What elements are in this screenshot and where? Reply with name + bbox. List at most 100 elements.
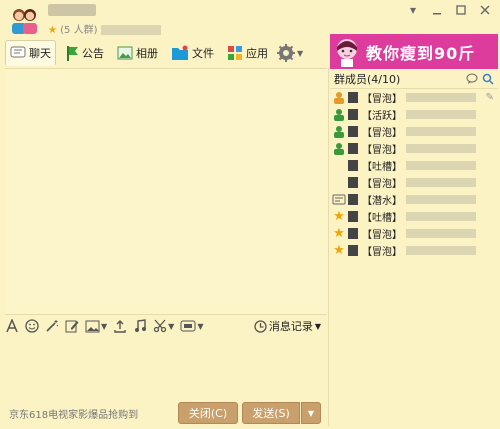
chevron-down-icon: ▼ bbox=[101, 321, 108, 331]
member-row[interactable]: ★ 【冒泡】 bbox=[330, 225, 498, 242]
tab-files[interactable]: 文件 bbox=[167, 41, 218, 65]
clock-icon bbox=[254, 319, 267, 333]
avatar bbox=[348, 109, 358, 120]
mobile-online-icon bbox=[332, 194, 346, 205]
star-icon: ★ bbox=[48, 25, 57, 36]
member-title-tag: 【活跃】 bbox=[362, 111, 402, 122]
member-name bbox=[406, 127, 476, 136]
avatar bbox=[348, 245, 358, 256]
upload-button[interactable] bbox=[113, 319, 127, 333]
upload-icon bbox=[114, 320, 126, 333]
tab-label: 聊天 bbox=[29, 47, 51, 60]
close-icon[interactable] bbox=[478, 4, 492, 16]
more-tools-button[interactable]: ▼ bbox=[180, 320, 203, 332]
image-icon bbox=[85, 320, 100, 332]
member-title-tag: 【冒泡】 bbox=[362, 128, 402, 139]
group-description bbox=[100, 25, 161, 35]
doodle-button[interactable] bbox=[65, 319, 79, 333]
admin-icon bbox=[334, 109, 344, 121]
member-title-tag: 【冒泡】 bbox=[362, 230, 402, 241]
banner-text: 教你瘦到90斤 bbox=[366, 43, 476, 63]
chat-message-area[interactable] bbox=[5, 68, 327, 315]
music-note-icon bbox=[135, 319, 147, 332]
red-packet-icon bbox=[180, 320, 196, 332]
input-toolbar: ▼ ▼ ▼ 消息记录 ▼ bbox=[5, 314, 327, 337]
send-options-button[interactable]: ▼ bbox=[301, 402, 321, 424]
edit-icon[interactable]: ✎ bbox=[486, 92, 494, 103]
magic-wand-icon bbox=[46, 320, 59, 332]
chevron-down-icon: ▼ bbox=[197, 321, 204, 331]
star-icon: ★ bbox=[333, 226, 345, 241]
member-title-tag: 【冒泡】 bbox=[362, 94, 402, 105]
magic-button[interactable] bbox=[45, 319, 59, 333]
member-row[interactable]: 【活跃】 bbox=[330, 106, 498, 123]
member-name bbox=[406, 161, 476, 170]
member-title-tag: 【冒泡】 bbox=[362, 145, 402, 156]
member-name bbox=[406, 229, 476, 238]
tab-bar: 聊天 公告 相册 文件 应用 ▼ bbox=[5, 40, 327, 66]
message-input[interactable] bbox=[5, 337, 327, 399]
chevron-down-icon: ▼ bbox=[307, 408, 315, 418]
folder-icon bbox=[172, 45, 188, 60]
dropdown-icon[interactable]: ▾ bbox=[406, 4, 420, 16]
flag-icon bbox=[67, 46, 78, 61]
settings-menu[interactable]: ▼ bbox=[277, 44, 303, 62]
avatar bbox=[348, 228, 358, 239]
member-row[interactable]: 【冒泡】 bbox=[330, 140, 498, 157]
font-icon bbox=[6, 319, 18, 333]
group-name bbox=[48, 4, 96, 16]
tab-label: 文件 bbox=[192, 47, 214, 60]
emoji-button[interactable] bbox=[25, 319, 39, 333]
group-subtitle: ★ (5 人群) bbox=[48, 21, 161, 36]
member-panel: 群成员(4/10) 【冒泡】 ✎ 【活跃】 【冒泡】 【冒泡】 【吐槽】 【冒泡… bbox=[330, 70, 498, 262]
admin-icon bbox=[334, 126, 344, 138]
screenshot-button[interactable]: ▼ bbox=[153, 319, 174, 333]
window-controls: ▾ bbox=[406, 4, 492, 16]
tab-announcement[interactable]: 公告 bbox=[61, 41, 108, 65]
member-row[interactable]: ★ 【冒泡】 bbox=[330, 242, 498, 259]
panel-divider bbox=[328, 68, 329, 426]
message-history-label: 消息记录 bbox=[268, 320, 313, 333]
image-button[interactable]: ▼ bbox=[85, 320, 107, 333]
ad-banner[interactable]: 教你瘦到90斤 bbox=[330, 34, 498, 69]
message-history-button[interactable]: 消息记录 ▼ bbox=[254, 318, 321, 334]
star-icon: ★ bbox=[333, 243, 345, 258]
member-panel-header: 群成员(4/10) bbox=[330, 70, 498, 89]
chat-bubble-icon[interactable] bbox=[466, 73, 478, 84]
member-row[interactable]: 【吐槽】 bbox=[330, 157, 498, 174]
member-name bbox=[406, 195, 476, 204]
member-row[interactable]: 【潜水】 bbox=[330, 191, 498, 208]
admin-icon bbox=[334, 143, 344, 155]
tab-album[interactable]: 相册 bbox=[113, 41, 162, 65]
tab-apps[interactable]: 应用 bbox=[223, 41, 272, 65]
tab-label: 相册 bbox=[136, 47, 158, 60]
avatar bbox=[348, 143, 358, 154]
group-avatar-icon[interactable] bbox=[8, 6, 40, 34]
avatar bbox=[348, 194, 358, 205]
member-row[interactable]: 【冒泡】 bbox=[330, 123, 498, 140]
member-name bbox=[406, 93, 476, 102]
minimize-icon[interactable] bbox=[430, 4, 444, 16]
title-bar: ★ (5 人群) ▾ bbox=[0, 0, 500, 38]
ad-text-link[interactable]: 京东618电视家影爆品抢购到 bbox=[9, 406, 178, 421]
maximize-icon[interactable] bbox=[454, 4, 468, 16]
search-icon[interactable] bbox=[482, 73, 494, 85]
gear-icon bbox=[277, 44, 295, 62]
member-row[interactable]: 【冒泡】 bbox=[330, 174, 498, 191]
chevron-down-icon: ▼ bbox=[314, 321, 321, 331]
send-button[interactable]: 发送(S) bbox=[242, 402, 300, 424]
star-icon: ★ bbox=[333, 209, 345, 224]
font-button[interactable] bbox=[5, 319, 19, 333]
music-button[interactable] bbox=[133, 319, 147, 333]
bottom-bar: 京东618电视家影爆品抢购到 关闭(C) 发送(S) ▼ bbox=[5, 400, 327, 426]
member-name bbox=[406, 144, 476, 153]
member-row[interactable]: 【冒泡】 ✎ bbox=[330, 89, 498, 106]
member-name bbox=[406, 212, 476, 221]
tab-chat[interactable]: 聊天 bbox=[5, 40, 56, 66]
chat-icon bbox=[10, 46, 26, 58]
close-button[interactable]: 关闭(C) bbox=[178, 402, 238, 424]
member-count-text: (5 人群) bbox=[60, 25, 98, 36]
member-title-tag: 【吐槽】 bbox=[362, 213, 402, 224]
member-row[interactable]: ★ 【吐槽】 bbox=[330, 208, 498, 225]
member-title-tag: 【潜水】 bbox=[362, 196, 402, 207]
